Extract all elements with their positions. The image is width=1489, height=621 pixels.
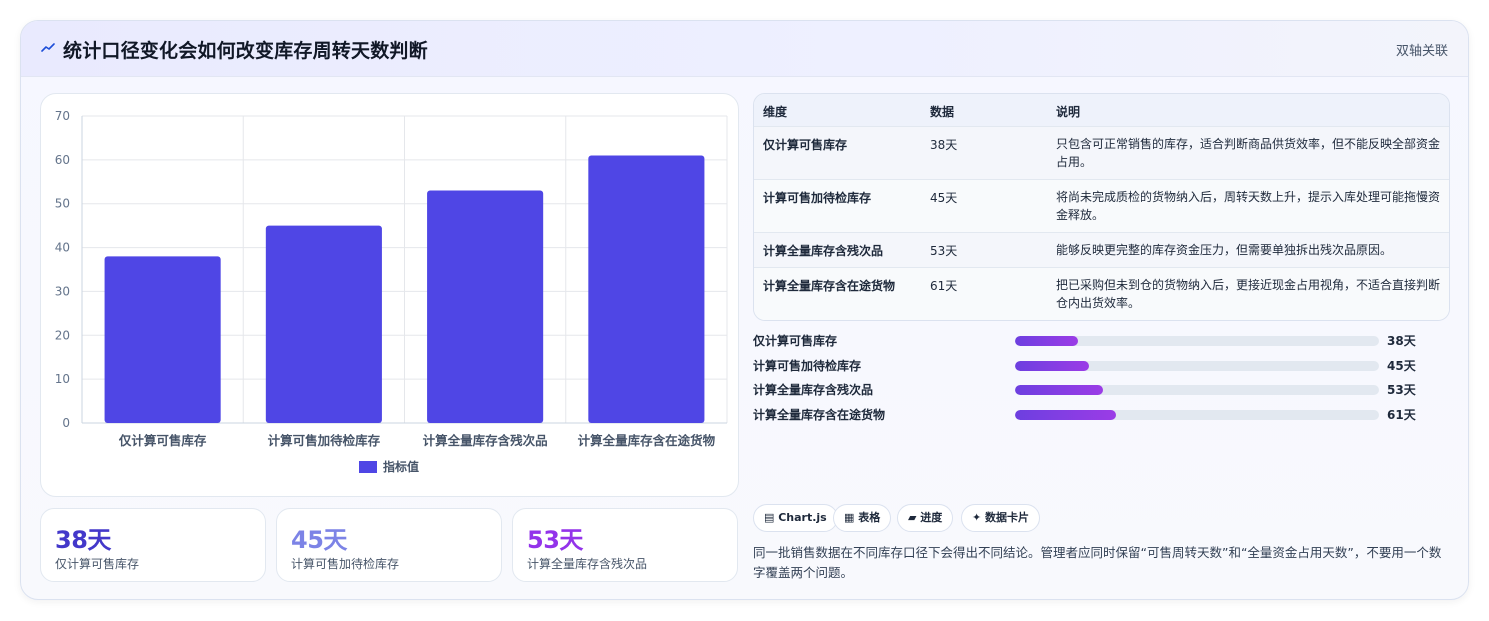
y-tick-label: 20 [55, 328, 70, 342]
stat-card: 38天仅计算可售库存 [40, 508, 266, 582]
x-tick-label: 计算可售加待检库存 [268, 433, 381, 448]
bar[interactable] [104, 256, 221, 423]
y-tick-label: 30 [55, 284, 70, 298]
progress-row: 计算可售加待检库存 45天 [753, 355, 1450, 375]
table-cell-dimension: 计算全量库存含残次品 [763, 244, 884, 258]
summary-note: 同一批销售数据在不同库存口径下会得出不同结论。管理者应同时保留“可售周转天数”和… [753, 545, 1442, 580]
chip-data-card[interactable]: ✦ 数据卡片 [961, 504, 1041, 532]
x-tick-label: 计算全量库存含残次品 [423, 433, 548, 448]
bar-chart: 0 10 20 30 40 50 60 70 仅计算可售库存 计算可售加待检库存 计算全量库存含残次… [55, 109, 728, 474]
stat-card: 53天计算全量库存含残次品 [512, 508, 738, 582]
progress-label: 仅计算可售库存 [753, 334, 838, 348]
table-cell-description: 将尚未完成质检的货物纳入后，周转天数上升，提示入库处理可能拖慢资金释放。 [1056, 190, 1441, 222]
header-tag: 双轴关联 [1395, 44, 1448, 59]
page-title: 统计口径变化会如何改变库存周转天数判断 [63, 40, 428, 62]
x-tick-label: 仅计算可售库存 [118, 433, 207, 448]
card-header: 统计口径变化会如何改变库存周转天数判断 双轴关联 [21, 21, 1468, 77]
progress-fill [1015, 360, 1090, 371]
progress-fill [1015, 336, 1078, 346]
progress-row: 计算全量库存含残次品 53天 [753, 379, 1450, 399]
progress-label: 计算可售加待检库存 [753, 358, 862, 373]
progress-value: 53天 [1387, 383, 1416, 397]
legend-label: 指标值 [383, 459, 419, 474]
stat-value: 53天 [527, 526, 583, 554]
y-tick-label: 10 [55, 372, 70, 386]
table-cell-value: 53天 [930, 244, 958, 258]
table-header-cell: 说明 [1056, 105, 1081, 119]
chart-legend[interactable]: 指标值 [359, 459, 419, 474]
progress-track [1015, 409, 1379, 420]
progress-value: 61天 [1387, 407, 1416, 422]
bar[interactable] [588, 155, 705, 423]
chip-chartjs[interactable]: ▤ Chart.js [753, 504, 838, 532]
y-tick-label: 60 [55, 153, 70, 167]
stat-value: 45天 [291, 526, 347, 554]
progress-fill [1015, 385, 1103, 395]
y-tick-label: 0 [62, 416, 70, 430]
table-cell-description: 能够反映更完整的库存资金压力，但需要单独拆出残次品原因。 [1056, 243, 1393, 257]
bar[interactable] [427, 190, 544, 423]
y-tick-label: 50 [55, 197, 70, 211]
y-tick-label: 70 [55, 109, 70, 123]
progress-label: 计算全量库存含在途货物 [753, 407, 886, 422]
chip-progress[interactable]: ▰ 进度 [897, 504, 954, 532]
progress-value: 38天 [1387, 334, 1416, 348]
line-chart-icon [41, 43, 55, 52]
bar-chart-panel: 0 10 20 30 40 50 60 70 仅计算可售库存 计算可售加待检库存 计算全量库存含残次… [40, 93, 739, 497]
stat-value: 38天 [55, 526, 111, 554]
stat-label: 计算可售加待检库存 [291, 557, 400, 571]
table-row: 计算可售加待检库存 45天 将尚未完成质检的货物纳入后，周转天数上升，提示入库处理可… [754, 180, 1449, 233]
table-row: 计算全量库存含残次品 53天 能够反映更完整的库存资金压力，但需要单独拆出残次品原因… [754, 233, 1449, 268]
table-cell-value: 38天 [930, 138, 958, 152]
table-row: 计算全量库存含在途货物 61天 把已采购但未到仓的货物纳入后，更接近现金占用视角，不… [754, 268, 1449, 320]
stat-label: 仅计算可售库存 [55, 557, 140, 571]
stat-label: 计算全量库存含残次品 [527, 557, 648, 571]
table-cell-value: 45天 [930, 191, 958, 205]
table-row: 仅计算可售库存 38天 只包含可正常销售的库存，适合判断商品供货效率，但不能反映全部… [754, 127, 1449, 180]
progress-track [1015, 385, 1379, 395]
table-header-cell: 数据 [930, 105, 955, 119]
x-tick-label: 计算全量库存含在途货物 [578, 433, 716, 448]
table-cell-dimension: 计算全量库存含在途货物 [763, 279, 896, 293]
table-cell-description: 把已采购但未到仓的货物纳入后，更接近现金占用视角，不适合直接判断仓内出货效率。 [1056, 278, 1441, 310]
progress-row: 仅计算可售库存 38天 [753, 330, 1450, 350]
table-cell-description: 只包含可正常销售的库存，适合判断商品供货效率，但不能反映全部资金占用。 [1056, 137, 1441, 169]
progress-track [1015, 336, 1379, 346]
chip-table[interactable]: ▦ 表格 [833, 504, 892, 532]
table-cell-dimension: 计算可售加待检库存 [763, 191, 872, 205]
progress-fill [1015, 409, 1116, 420]
data-table: 维度 数据 说明仅计算可售库存 38天 只包含可正常销售的库存，适合判断商品供货效率，但… [753, 93, 1450, 321]
table-header-cell: 维度 [763, 105, 788, 119]
legend-swatch [359, 461, 377, 473]
progress-label: 计算全量库存含残次品 [753, 383, 874, 397]
y-tick-label: 40 [55, 241, 70, 255]
table-header-row: 维度 数据 说明 [754, 94, 1449, 127]
main-card: 统计口径变化会如何改变库存周转天数判断 双轴关联 0 10 20 30 40 50 60 70… [20, 20, 1469, 600]
table-cell-value: 61天 [930, 279, 958, 293]
bar[interactable] [265, 225, 382, 423]
table-cell-dimension: 仅计算可售库存 [763, 138, 848, 152]
progress-row: 计算全量库存含在途货物 61天 [753, 404, 1450, 424]
progress-value: 45天 [1387, 358, 1416, 373]
stat-card: 45天计算可售加待检库存 [276, 508, 502, 582]
progress-track [1015, 360, 1379, 371]
